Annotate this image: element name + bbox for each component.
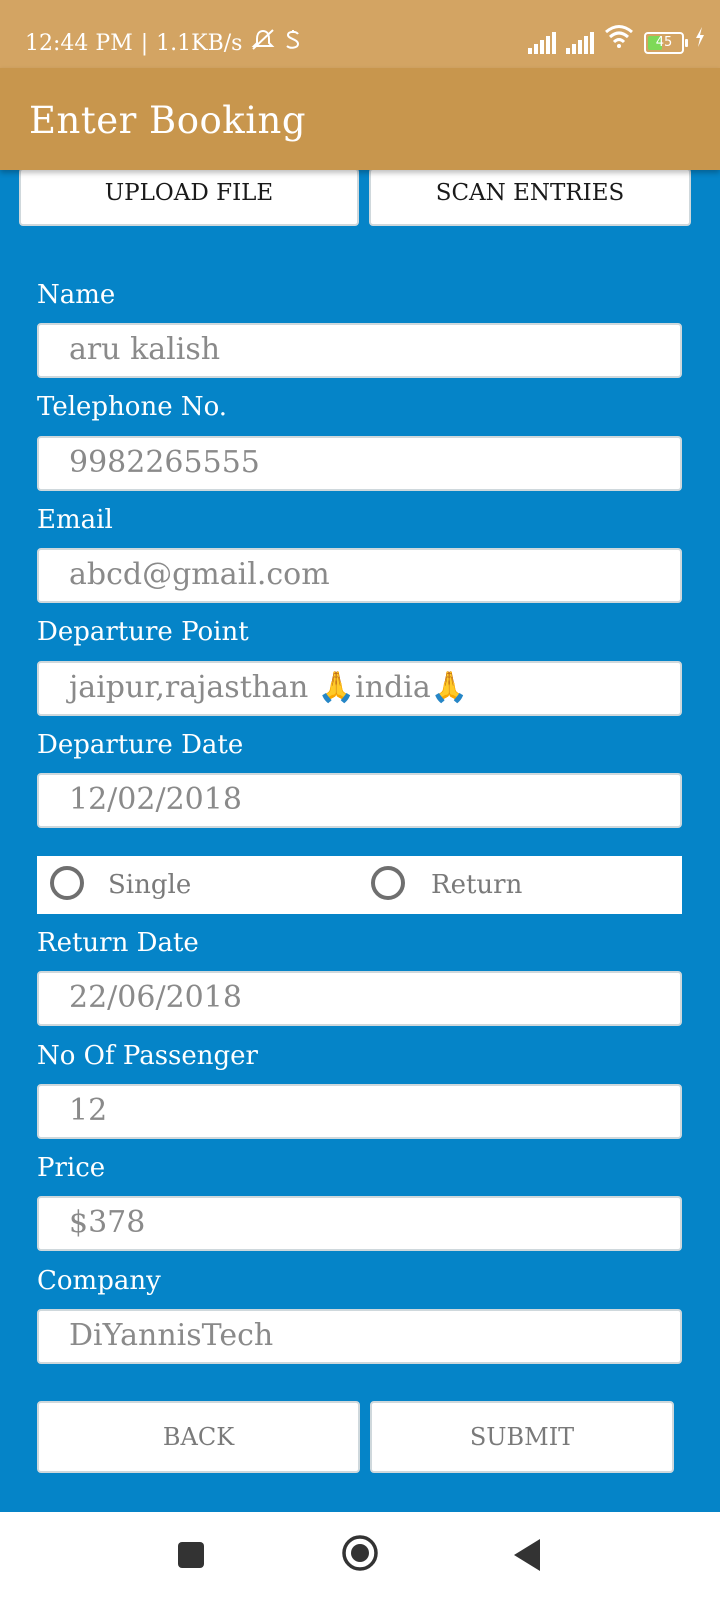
- name-field[interactable]: aru kalish: [37, 323, 682, 378]
- app-bar: Enter Booking: [0, 68, 720, 170]
- wifi-icon: [604, 24, 634, 54]
- charging-icon: [694, 26, 706, 54]
- departure-date-label: Departure Date: [37, 730, 244, 760]
- trip-type-radio-group: Single Return: [37, 856, 682, 914]
- single-radio-label[interactable]: Single: [108, 870, 191, 900]
- status-right: 45: [528, 24, 706, 54]
- price-field[interactable]: $378: [37, 1196, 682, 1251]
- submit-button[interactable]: SUBMIT: [370, 1401, 674, 1473]
- home-circle-icon[interactable]: [341, 1534, 379, 1576]
- name-label: Name: [37, 280, 116, 310]
- departure-point-field[interactable]: jaipur,rajasthan 🙏india🙏: [37, 661, 682, 716]
- scan-entries-button[interactable]: SCAN ENTRIES: [369, 168, 691, 226]
- back-triangle-icon[interactable]: [513, 1538, 541, 1576]
- return-date-field[interactable]: 22/06/2018: [37, 971, 682, 1026]
- return-date-label: Return Date: [37, 928, 199, 958]
- system-nav-bar: [0, 1512, 720, 1600]
- status-bar: 12:44 PM | 1.1KB/s 45: [0, 0, 720, 68]
- passengers-field[interactable]: 12: [37, 1084, 682, 1139]
- signal-icon: [528, 32, 556, 54]
- return-radio[interactable]: [371, 866, 405, 900]
- s-icon: [284, 29, 302, 57]
- upload-file-button[interactable]: UPLOAD FILE: [19, 168, 359, 226]
- mute-bell-icon: [250, 28, 276, 58]
- email-label: Email: [37, 505, 113, 535]
- battery-level: 45: [655, 35, 673, 50]
- departure-date-field[interactable]: 12/02/2018: [37, 773, 682, 828]
- scan-entries-label: SCAN ENTRIES: [435, 180, 625, 206]
- company-field[interactable]: DiYannisTech: [37, 1309, 682, 1364]
- status-left: 12:44 PM | 1.1KB/s: [25, 28, 302, 58]
- email-field[interactable]: abcd@gmail.com: [37, 548, 682, 603]
- battery-icon: 45: [644, 32, 688, 54]
- company-label: Company: [37, 1266, 161, 1296]
- back-button[interactable]: BACK: [37, 1401, 360, 1473]
- telephone-label: Telephone No.: [37, 392, 228, 422]
- status-separator: |: [140, 30, 149, 56]
- passengers-label: No Of Passenger: [37, 1041, 258, 1071]
- status-time: 12:44 PM: [25, 30, 133, 56]
- return-radio-label[interactable]: Return: [431, 870, 522, 900]
- signal-icon: [566, 32, 594, 54]
- page-title: Enter Booking: [29, 99, 307, 142]
- telephone-field[interactable]: 9982265555: [37, 436, 682, 491]
- departure-point-label: Departure Point: [37, 617, 249, 647]
- recents-square-icon[interactable]: [177, 1541, 205, 1573]
- single-radio[interactable]: [50, 866, 84, 900]
- network-speed: 1.1KB/s: [156, 30, 243, 56]
- upload-file-label: UPLOAD FILE: [104, 180, 274, 206]
- price-label: Price: [37, 1153, 106, 1183]
